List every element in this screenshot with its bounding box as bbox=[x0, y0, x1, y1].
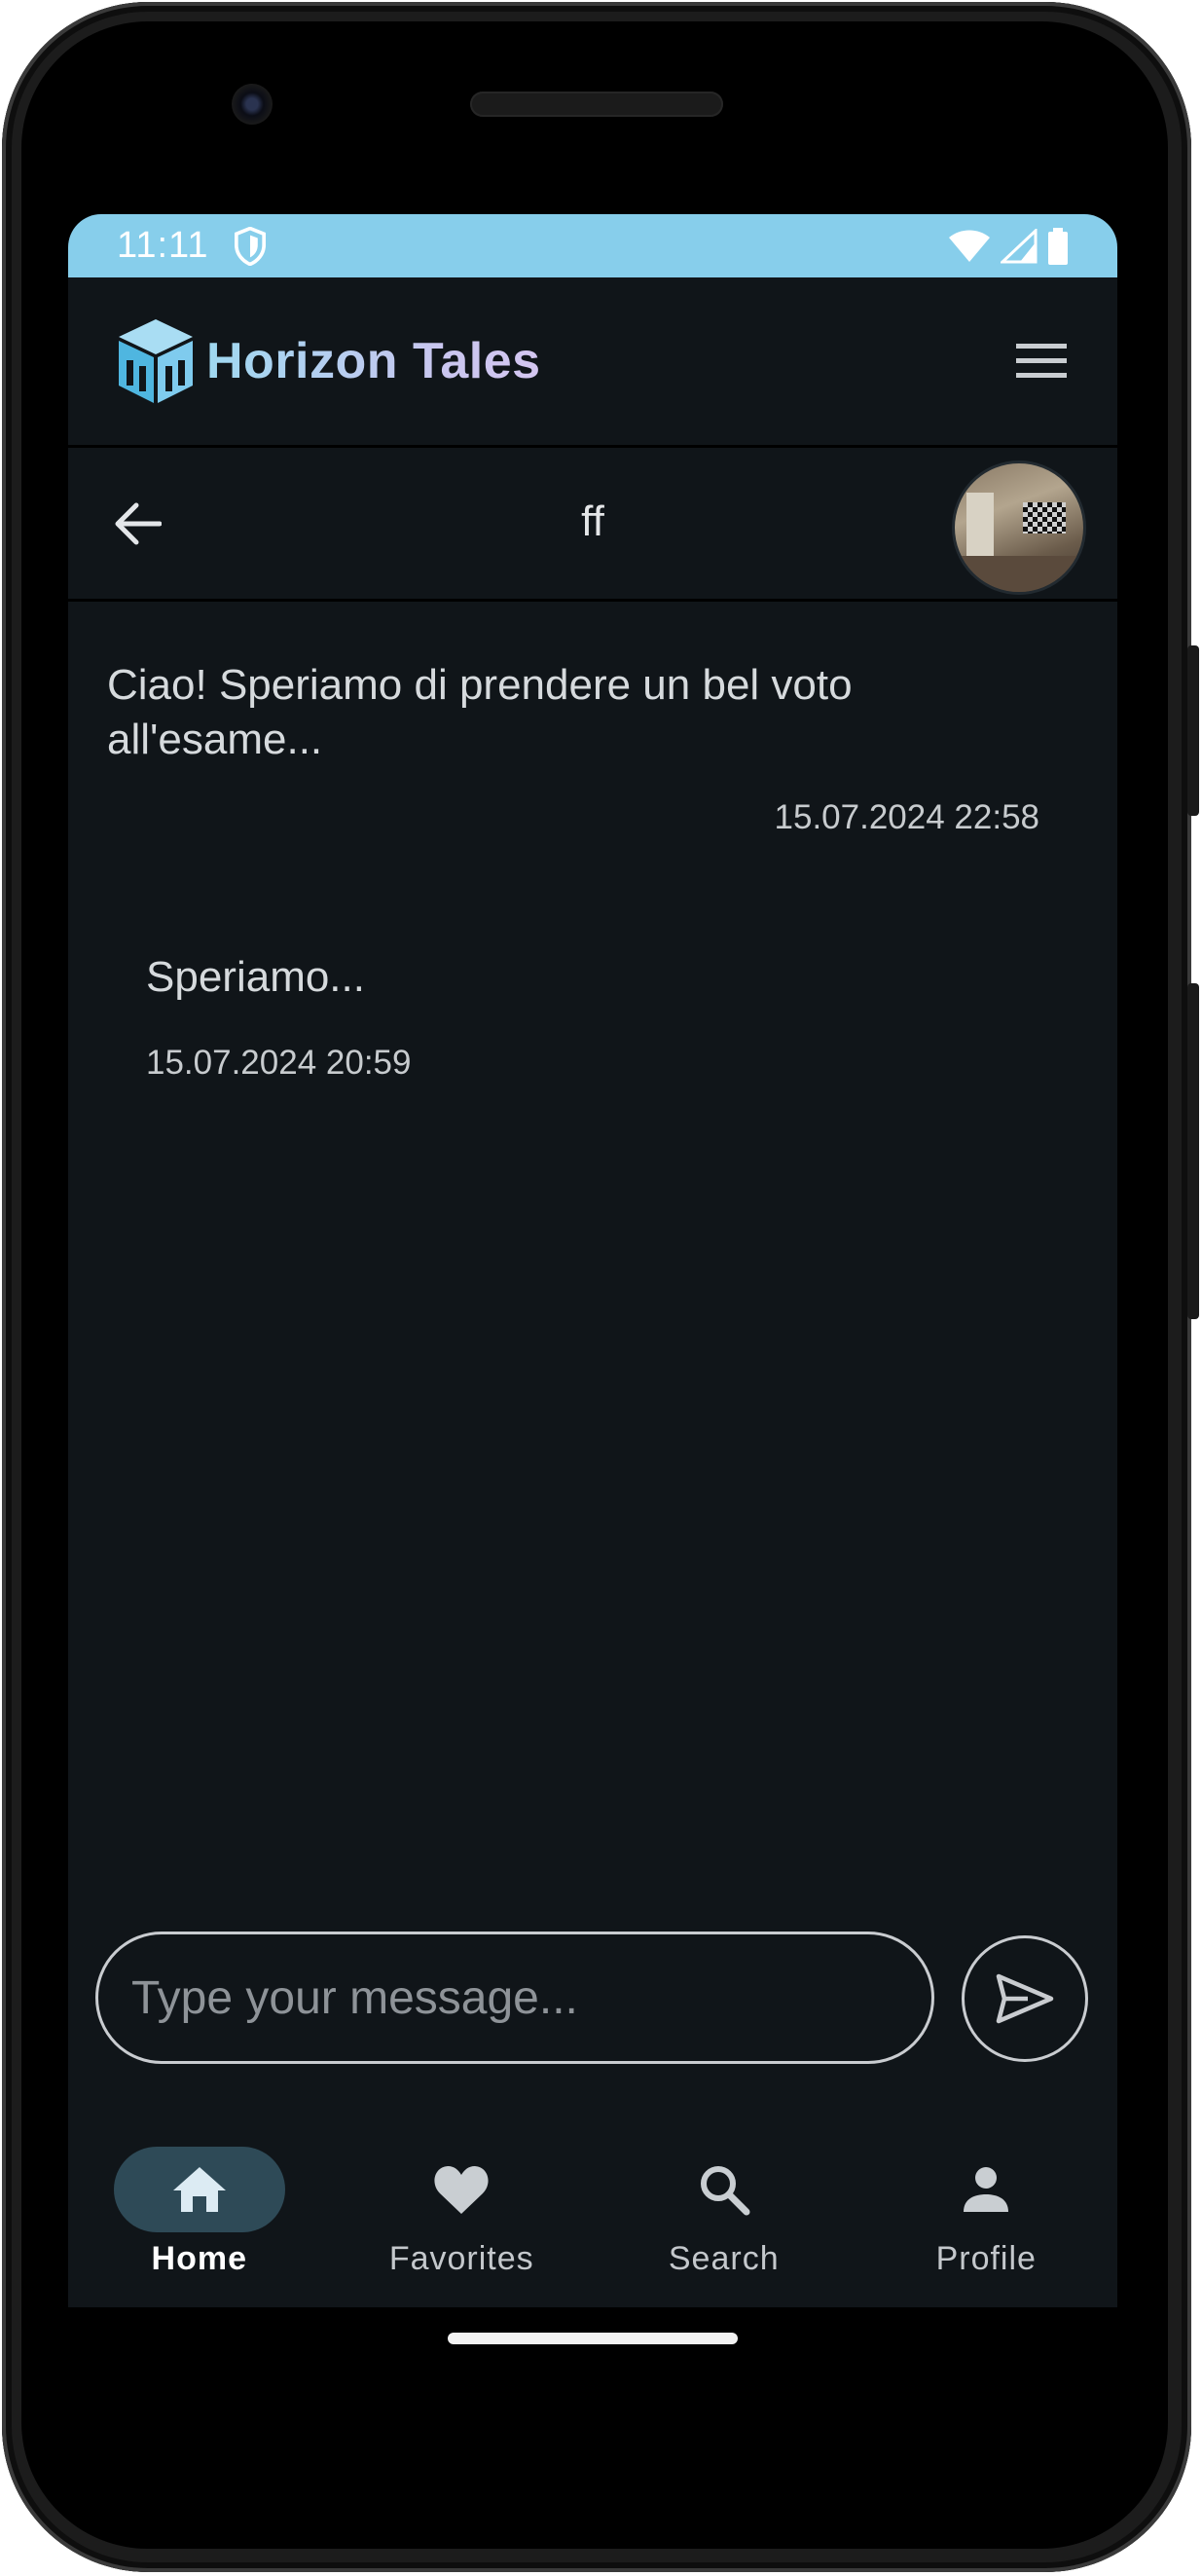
message-composer bbox=[95, 1932, 934, 2064]
cube-logo-icon[interactable] bbox=[115, 317, 197, 405]
shield-icon bbox=[235, 226, 267, 266]
person-icon bbox=[964, 2167, 1009, 2212]
wifi-icon bbox=[949, 230, 990, 262]
message-text: Speriamo... bbox=[146, 953, 365, 1001]
bottom-navigation: Home Favorites Search Profile bbox=[68, 2108, 1117, 2307]
nav-pill bbox=[900, 2147, 1072, 2232]
nav-label: Home bbox=[151, 2240, 247, 2277]
menu-button[interactable] bbox=[1012, 332, 1071, 390]
search-icon bbox=[700, 2166, 750, 2216]
send-icon bbox=[996, 1973, 1054, 2024]
heart-icon bbox=[434, 2166, 489, 2214]
nav-item-search[interactable]: Search bbox=[593, 2108, 856, 2307]
nav-pill bbox=[638, 2147, 810, 2232]
home-indicator[interactable] bbox=[448, 2333, 738, 2344]
battery-icon bbox=[1048, 227, 1068, 265]
chat-header: ff bbox=[68, 451, 1117, 602]
status-time: 11:11 bbox=[117, 225, 209, 266]
avatar-image-floor bbox=[955, 556, 1083, 592]
nav-item-profile[interactable]: Profile bbox=[856, 2108, 1118, 2307]
app-title: Horizon Tales bbox=[206, 333, 541, 389]
nav-item-favorites[interactable]: Favorites bbox=[331, 2108, 594, 2307]
power-button bbox=[1187, 983, 1199, 1319]
app-header: Horizon Tales bbox=[68, 277, 1117, 448]
earpiece-speaker bbox=[470, 92, 723, 117]
app-screen: 11:11 Horizon Tales ff Ciao! Speriamo di… bbox=[68, 214, 1117, 2307]
message-timestamp: 15.07.2024 22:58 bbox=[774, 798, 1039, 836]
send-button[interactable] bbox=[962, 1935, 1088, 2062]
nav-label: Search bbox=[668, 2240, 780, 2277]
status-bar: 11:11 bbox=[68, 214, 1117, 277]
message-text: Ciao! Speriamo di prendere un bel voto a… bbox=[107, 661, 853, 763]
cellular-signal-icon bbox=[1001, 228, 1038, 263]
message-timestamp: 15.07.2024 20:59 bbox=[146, 1044, 412, 1082]
nav-label: Profile bbox=[935, 2240, 1037, 2277]
nav-label: Favorites bbox=[388, 2240, 534, 2277]
avatar-image-window bbox=[966, 493, 994, 561]
status-icons bbox=[948, 227, 1069, 265]
nav-pill bbox=[113, 2147, 285, 2232]
hamburger-menu-icon bbox=[1016, 344, 1067, 378]
front-camera bbox=[232, 84, 273, 125]
avatar[interactable] bbox=[952, 460, 1086, 595]
nav-item-home[interactable]: Home bbox=[68, 2108, 331, 2307]
volume-button bbox=[1187, 645, 1199, 816]
avatar-image-screen bbox=[1023, 502, 1066, 534]
home-icon bbox=[172, 2167, 226, 2212]
message-input[interactable] bbox=[131, 1970, 898, 2025]
nav-pill bbox=[376, 2147, 547, 2232]
